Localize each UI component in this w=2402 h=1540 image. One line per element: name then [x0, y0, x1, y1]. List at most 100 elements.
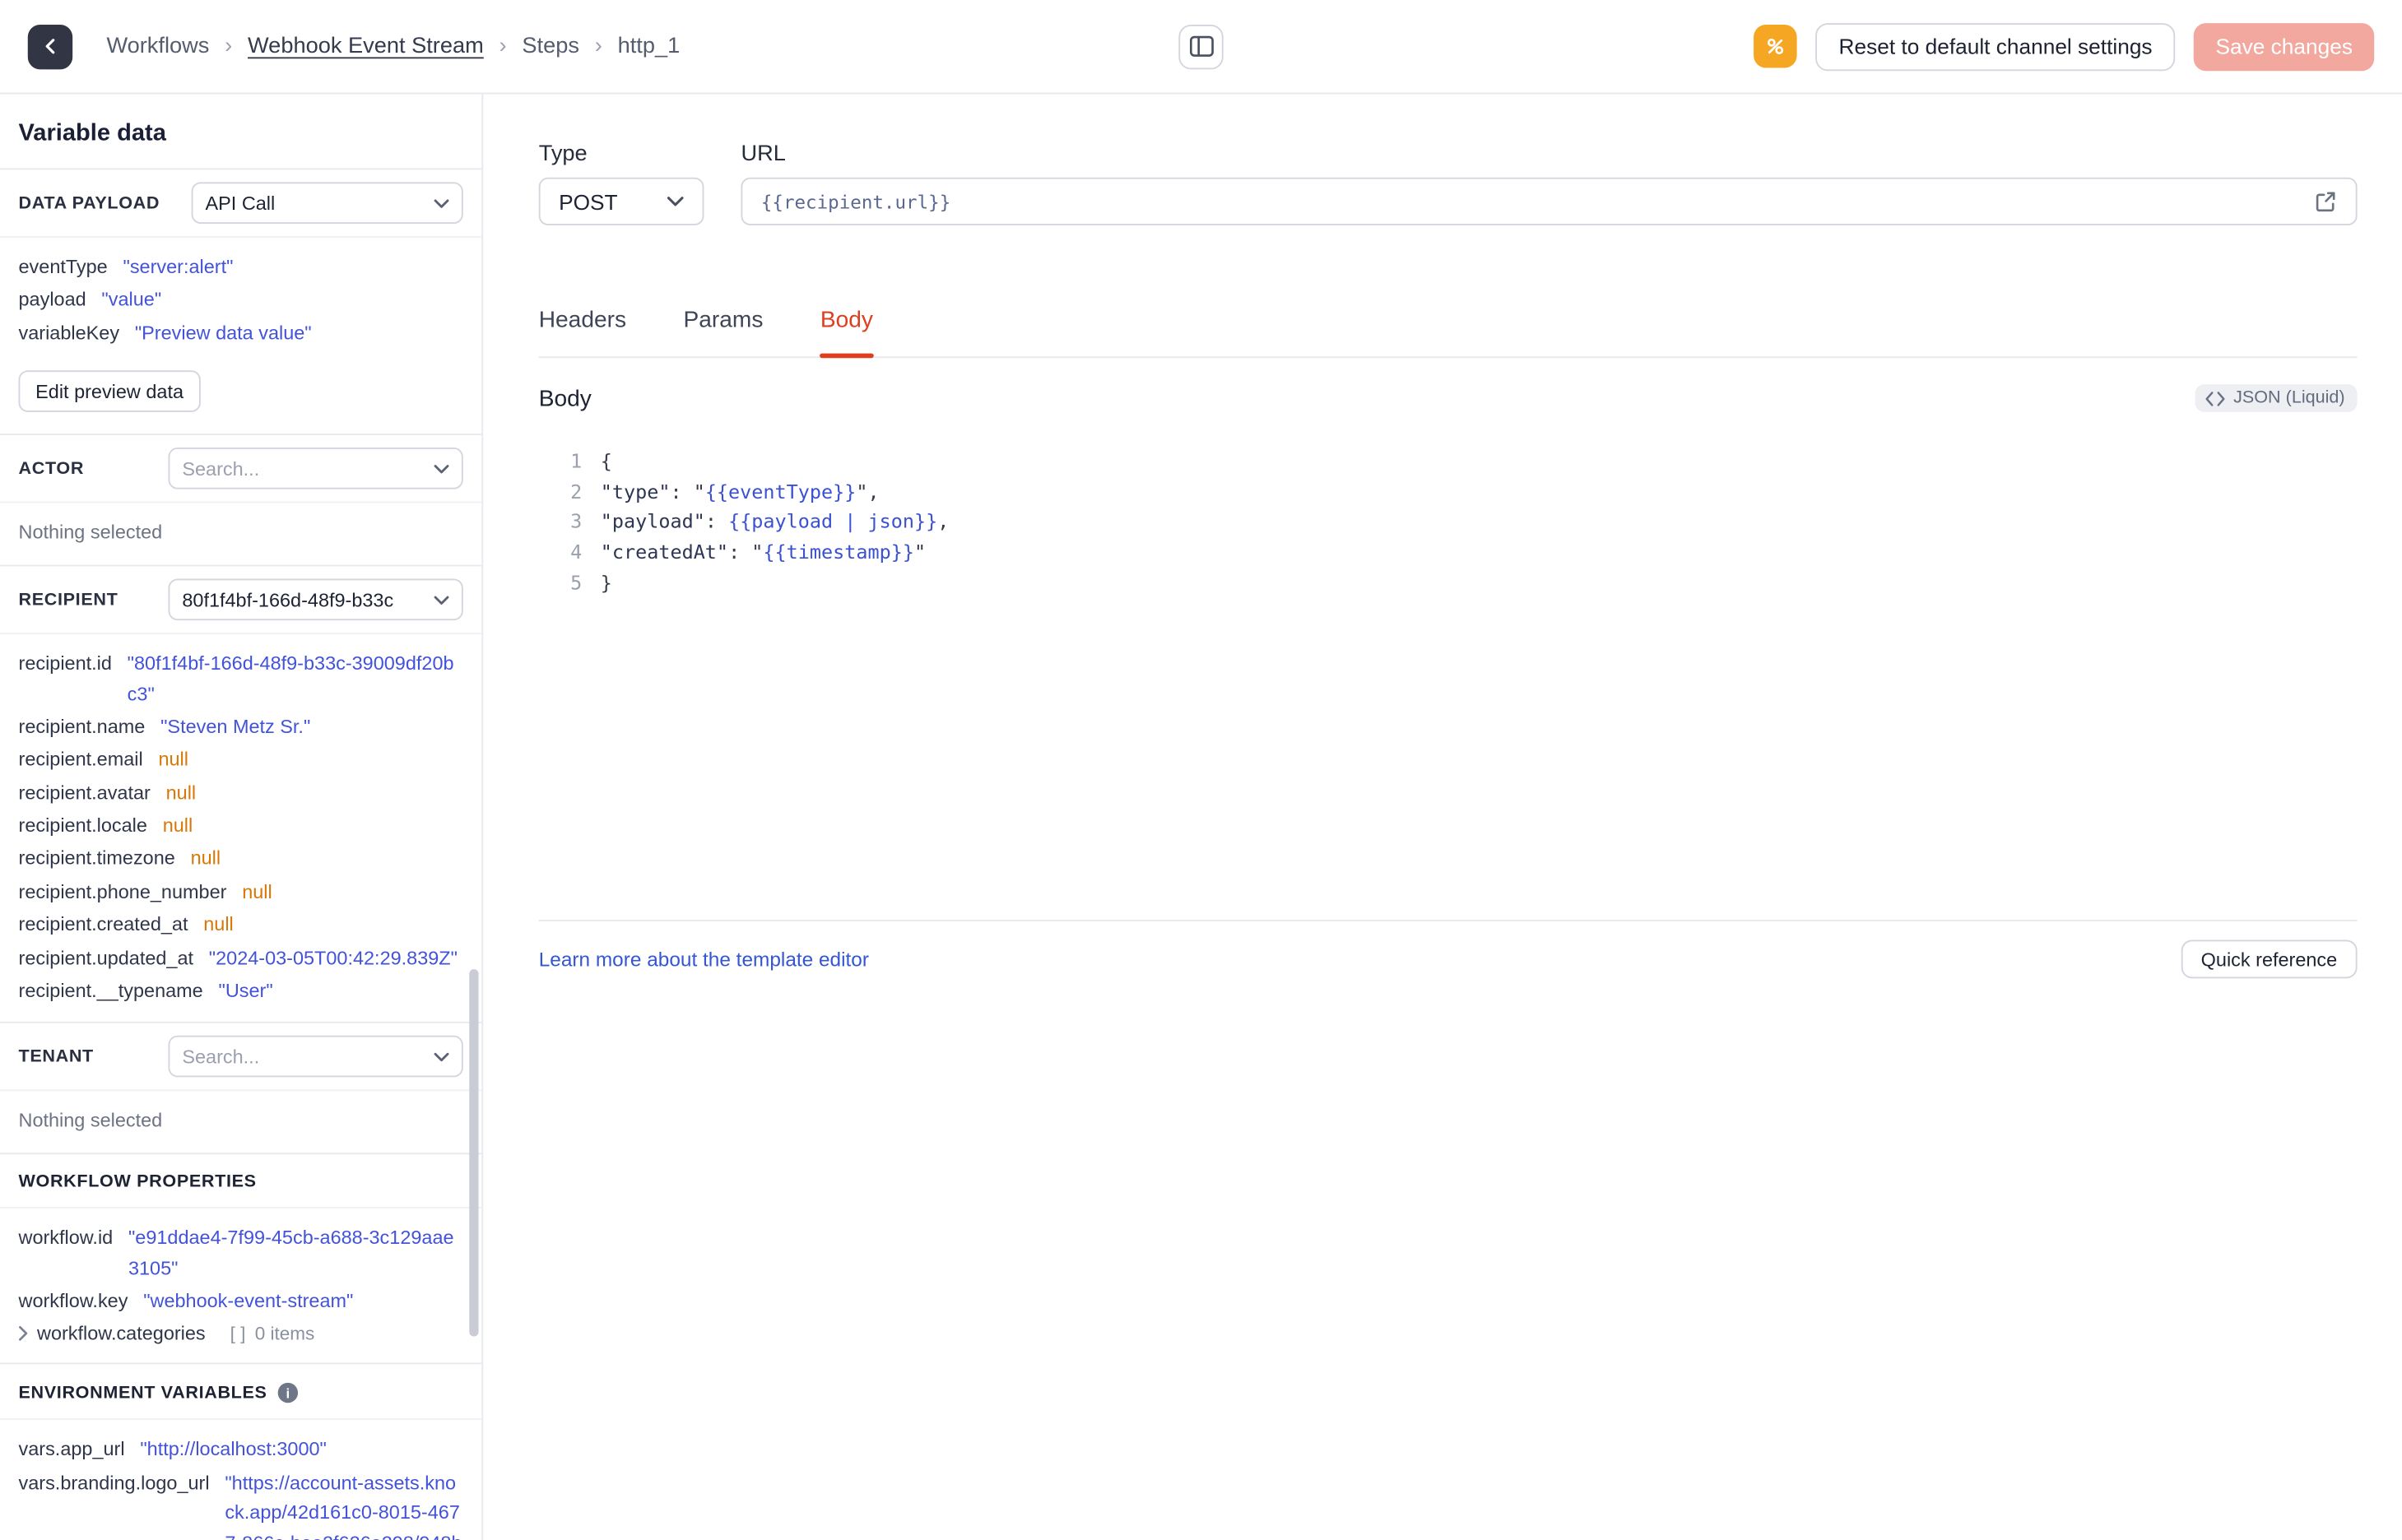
selected-value: API Call — [205, 192, 276, 214]
variable-row: variableKey "Preview data value" — [19, 319, 463, 349]
variable-key: vars.branding.logo_url — [18, 1472, 210, 1494]
variable-value: null — [158, 749, 188, 771]
breadcrumb-item[interactable]: Webhook Event Stream — [248, 34, 484, 58]
variable-row: recipient.locale null — [19, 812, 463, 842]
type-label: Type — [538, 141, 588, 167]
variable-key: recipient.__typename — [18, 980, 203, 1002]
recipient-section: RECIPIENT 80f1f4bf-166d-48f9-b33c recipi… — [0, 567, 482, 1024]
chevron-down-icon — [434, 595, 449, 605]
payload-entries: eventType "server:alert" payload "value" var… — [0, 238, 481, 364]
method-select[interactable]: POST — [538, 177, 704, 225]
commit-icon — [1768, 38, 1784, 55]
actor-search-select[interactable]: Search... — [168, 448, 463, 489]
workflow-properties-heading: WORKFLOW PROPERTIES — [18, 1173, 257, 1192]
line-number: 3 — [570, 509, 583, 533]
variable-value: null — [162, 814, 193, 837]
info-icon[interactable]: i — [277, 1383, 299, 1403]
app: Workflows › Webhook Event Stream › Steps › htt… — [0, 0, 2402, 1540]
sidebar-scrollbar[interactable] — [469, 969, 479, 1337]
variable-row: recipient.created_at null — [19, 911, 463, 940]
environment-variables-section: ENVIRONMENT VARIABLES i vars.app_url "htt… — [0, 1365, 482, 1540]
tab-body[interactable]: Body — [820, 307, 874, 359]
code-line: 3 "payload": {{payload | json}}, — [539, 507, 2358, 537]
variable-value: "https://account-assets.knock.app/42d161… — [225, 1472, 462, 1540]
variable-row: eventType "server:alert" — [19, 253, 463, 283]
topbar-actions: Reset to default channel settings Save c… — [1754, 22, 2375, 71]
chevron-down-icon — [434, 1052, 449, 1061]
tenant-search-select[interactable]: Search... — [168, 1036, 463, 1078]
environment-variables-heading: ENVIRONMENT VARIABLES — [18, 1384, 267, 1403]
recipient-select[interactable]: 80f1f4bf-166d-48f9-b33c — [168, 578, 463, 621]
breadcrumb-separator: › — [225, 34, 233, 59]
save-changes-button[interactable]: Save changes — [2194, 22, 2375, 71]
workflow-categories-row[interactable]: workflow.categories [ ] 0 items — [0, 1323, 481, 1363]
variable-value: "User" — [218, 980, 273, 1002]
variable-row: recipient.phone_number null — [19, 878, 463, 907]
code-line: 1{ — [539, 446, 2358, 476]
tenant-section: TENANT Search... Nothing selected — [0, 1023, 482, 1155]
recipient-label: RECIPIENT — [18, 590, 118, 610]
workflow-entries: workflow.id "e91ddae4-7f99-45cb-a688-3c12… — [0, 1208, 481, 1323]
variable-key: recipient.locale — [18, 814, 147, 837]
code-line-content: "type": "{{eventType}}", — [600, 479, 880, 503]
selected-method: POST — [559, 188, 618, 214]
breadcrumb-separator: › — [499, 34, 507, 59]
variable-row: recipient.__typename "User" — [19, 976, 463, 1006]
variable-value: "Preview data value" — [134, 322, 312, 344]
variable-key: workflow.categories — [37, 1323, 206, 1345]
edit-preview-data-button[interactable]: Edit preview data — [18, 370, 201, 413]
code-line-content: } — [600, 570, 612, 594]
sidebar-layout-icon — [1189, 35, 1213, 57]
variable-value: null — [165, 782, 197, 804]
data-payload-select[interactable]: API Call — [191, 182, 463, 225]
code-line-content: { — [600, 448, 612, 473]
url-label: URL — [741, 141, 786, 167]
body-section-title: Body — [538, 385, 592, 411]
variable-value: null — [203, 913, 234, 936]
recipient-entries: recipient.id "80f1f4bf-166d-48f9-b33c-390… — [0, 634, 481, 1022]
breadcrumb-item[interactable]: Workflows — [106, 34, 209, 58]
breadcrumb-item[interactable]: Steps — [522, 34, 579, 58]
code-line-content: "createdAt": "{{timestamp}}" — [600, 540, 927, 564]
editor-language-label: JSON (Liquid) — [2233, 388, 2345, 408]
variable-value: null — [190, 847, 221, 870]
code-editor[interactable]: 1{2 "type": "{{eventType}}", 3 "payload": {… — [538, 437, 2358, 921]
variable-row: payload "value" — [19, 286, 463, 316]
editor-footer: Learn more about the template editor Qui… — [539, 939, 2358, 979]
chevron-down-icon — [434, 198, 449, 207]
code-line-content: "payload": {{payload | json}}, — [600, 509, 950, 533]
variable-key: payload — [18, 289, 86, 311]
chevron-down-icon — [667, 197, 684, 206]
variable-value: "Steven Metz Sr." — [160, 716, 311, 738]
external-link-icon[interactable] — [2314, 190, 2337, 213]
breadcrumb-item[interactable]: http_1 — [618, 34, 681, 58]
variable-key: recipient.id — [18, 652, 112, 675]
variable-key: eventType — [18, 256, 108, 278]
code-line: 5} — [539, 568, 2358, 598]
tab-headers[interactable]: Headers — [539, 307, 626, 356]
url-input[interactable]: {{recipient.url}} — [741, 177, 2358, 225]
selected-value: 80f1f4bf-166d-48f9-b33c — [182, 588, 394, 611]
variable-value: "80f1f4bf-166d-48f9-b33c-39009df20bc3" — [127, 652, 454, 705]
tab-params[interactable]: Params — [683, 307, 763, 356]
environment-badge[interactable] — [1754, 25, 1797, 68]
reset-channel-settings-button[interactable]: Reset to default channel settings — [1815, 22, 2176, 71]
variable-row: recipient.id "80f1f4bf-166d-48f9-b33c-390… — [19, 650, 463, 710]
variable-row: vars.branding.logo_url "https://account-a… — [19, 1468, 463, 1540]
variable-row: recipient.avatar null — [19, 779, 463, 809]
variable-value: "e91ddae4-7f99-45cb-a688-3c129aae3105" — [128, 1227, 454, 1279]
variable-value: null — [242, 880, 272, 902]
variable-value: "webhook-event-stream" — [143, 1290, 354, 1312]
panel-toggle-button[interactable] — [1178, 24, 1224, 69]
back-button[interactable] — [27, 24, 73, 69]
quick-reference-button[interactable]: Quick reference — [2181, 939, 2358, 979]
variable-key: workflow.id — [18, 1227, 114, 1250]
line-number: 1 — [570, 448, 583, 473]
actor-section: ACTOR Search... Nothing selected — [0, 435, 482, 567]
variable-row: recipient.email null — [19, 746, 463, 776]
variable-row: workflow.key "webhook-event-stream" — [19, 1287, 463, 1317]
breadcrumb: Workflows › Webhook Event Stream › Steps › htt… — [106, 34, 680, 58]
template-editor-docs-link[interactable]: Learn more about the template editor — [539, 948, 869, 971]
variable-key: recipient.timezone — [18, 847, 175, 870]
variable-value: "server:alert" — [123, 256, 234, 278]
